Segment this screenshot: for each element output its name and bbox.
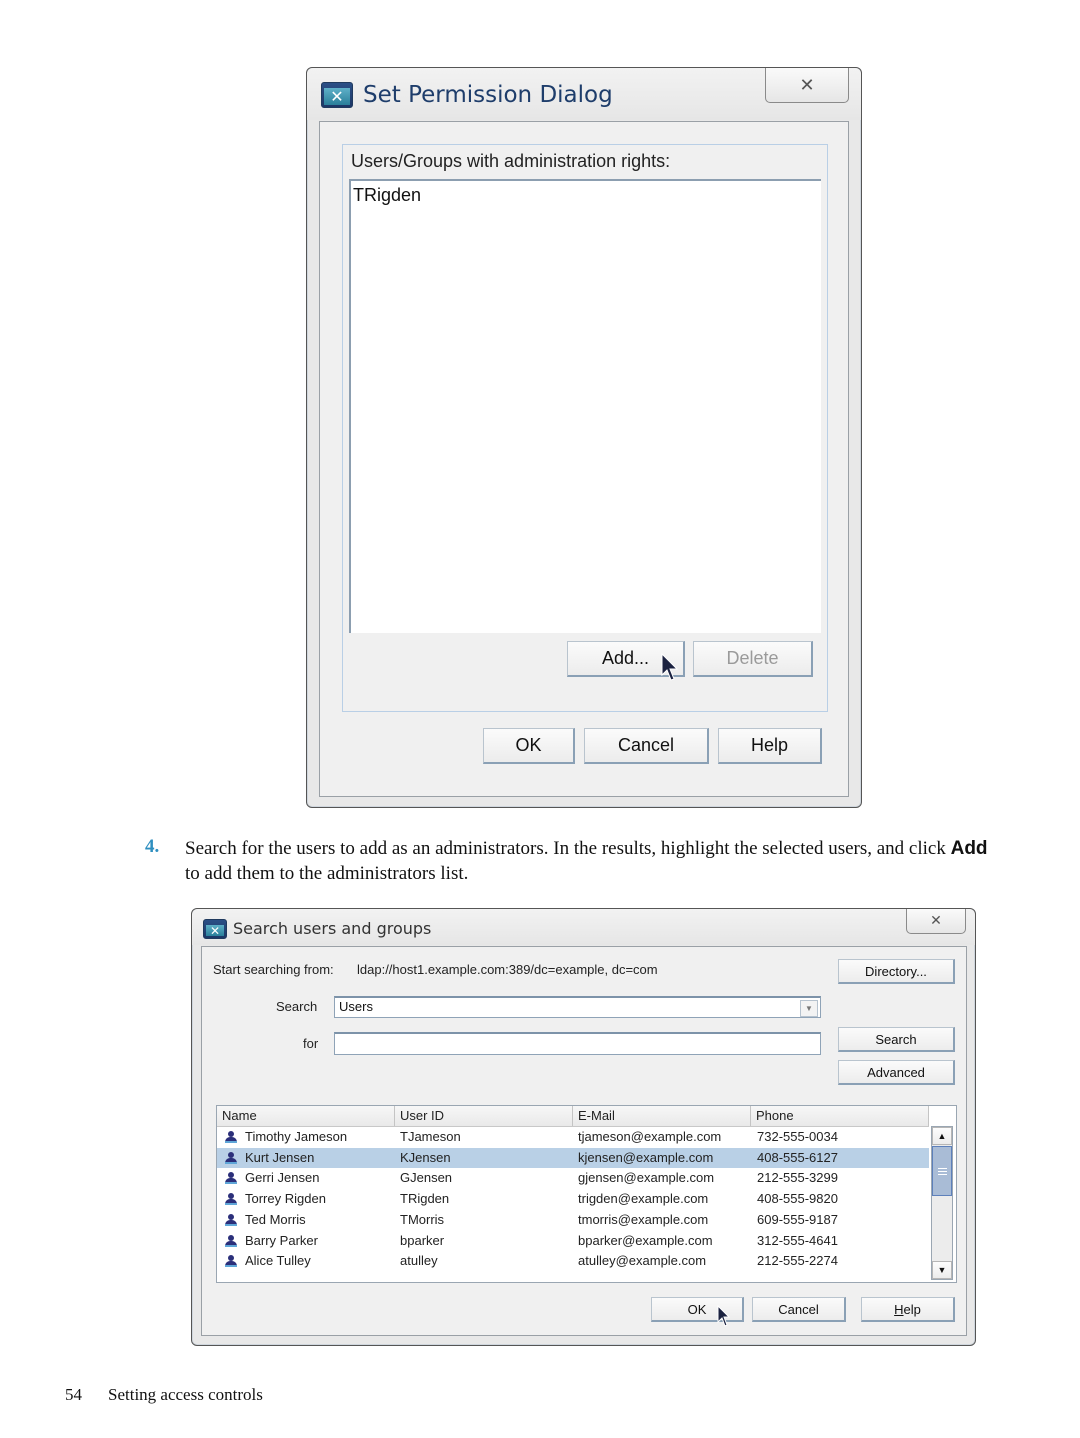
dialog-body: Users/Groups with administration rights:… bbox=[319, 121, 849, 797]
search-users-groups-dialog: ✕ Search users and groups ✕ Start search… bbox=[191, 908, 976, 1346]
admins-listbox[interactable]: TRigden bbox=[349, 179, 821, 633]
dropdown-arrow-icon[interactable]: ▼ bbox=[800, 1000, 818, 1017]
mouse-cursor-icon bbox=[717, 1305, 731, 1327]
cell-phone: 212-555-2274 bbox=[757, 1253, 838, 1269]
cell-uid: TJameson bbox=[400, 1129, 461, 1144]
cell-name: Timothy Jameson bbox=[245, 1129, 348, 1144]
dialog-title: Set Permission Dialog bbox=[363, 82, 613, 108]
user-icon bbox=[225, 1172, 237, 1185]
dialog-title: Search users and groups bbox=[233, 919, 432, 938]
cell-uid: atulley bbox=[400, 1253, 438, 1269]
user-icon bbox=[225, 1193, 237, 1206]
title-bar[interactable]: ✕ Search users and groups ✕ bbox=[192, 909, 975, 945]
column-header-user-id[interactable]: User ID bbox=[395, 1106, 573, 1126]
user-icon bbox=[225, 1151, 237, 1165]
table-row[interactable]: Torrey Rigden TRigden trigden@example.com 4… bbox=[217, 1189, 929, 1210]
table-row[interactable]: Alice Tulley atulley atulley@example.com 21… bbox=[217, 1251, 929, 1272]
ldap-url: ldap://host1.example.com:389/dc=example,… bbox=[357, 962, 658, 977]
user-icon bbox=[225, 1255, 237, 1268]
directory-button[interactable]: Directory... bbox=[838, 959, 955, 984]
cell-uid: TMorris bbox=[400, 1211, 445, 1227]
admin-rights-group: Users/Groups with administration rights:… bbox=[342, 144, 828, 712]
column-header-name[interactable]: Name bbox=[217, 1106, 395, 1126]
table-row[interactable]: Barry Parker bparker bparker@example.com 31… bbox=[217, 1231, 929, 1252]
help-mnemonic: H bbox=[894, 1301, 904, 1317]
advanced-button[interactable]: Advanced bbox=[838, 1060, 955, 1085]
cell-phone: 609-555-9187 bbox=[757, 1211, 838, 1227]
table-header: Name User ID E-Mail Phone bbox=[217, 1106, 929, 1127]
step-text-bold: Add bbox=[950, 838, 988, 859]
results-table[interactable]: Name User ID E-Mail Phone Timothy Jameso… bbox=[216, 1105, 957, 1283]
dialog-body: Start searching from: ldap://host1.examp… bbox=[201, 946, 967, 1336]
column-header-phone[interactable]: Phone bbox=[751, 1106, 929, 1126]
cell-name: Kurt Jensen bbox=[245, 1149, 315, 1165]
page-number: 54 bbox=[65, 1385, 82, 1404]
start-searching-label: Start searching from: bbox=[213, 962, 334, 977]
partially-visible-row bbox=[217, 1270, 929, 1282]
user-icon bbox=[225, 1234, 237, 1248]
cell-uid: KJensen bbox=[400, 1149, 451, 1165]
step-text-before: Search for the users to add as an admini… bbox=[185, 838, 951, 859]
close-button[interactable]: ✕ bbox=[906, 909, 966, 934]
cell-email: kjensen@example.com bbox=[578, 1149, 714, 1165]
cell-phone: 732-555-0034 bbox=[757, 1129, 838, 1144]
scrollbar-thumb[interactable] bbox=[932, 1146, 952, 1196]
help-button[interactable]: Help bbox=[861, 1297, 955, 1322]
column-header-email[interactable]: E-Mail bbox=[573, 1106, 751, 1126]
user-icon bbox=[225, 1131, 237, 1144]
search-type-value: Users bbox=[339, 999, 373, 1014]
step-text-after: to add them to the administrators list. bbox=[185, 863, 469, 884]
user-icon bbox=[225, 1213, 237, 1227]
search-label: Search bbox=[276, 999, 318, 1014]
cell-email: trigden@example.com bbox=[578, 1191, 709, 1207]
group-label: Users/Groups with administration rights: bbox=[351, 151, 671, 171]
cell-name: Barry Parker bbox=[245, 1232, 318, 1248]
search-button[interactable]: Search bbox=[838, 1027, 955, 1052]
app-icon: ✕ bbox=[321, 82, 353, 108]
cell-phone: 212-555-3299 bbox=[757, 1170, 838, 1186]
delete-button[interactable]: Delete bbox=[693, 641, 813, 677]
cell-phone: 408-555-9820 bbox=[757, 1191, 838, 1207]
search-for-input[interactable] bbox=[334, 1032, 821, 1055]
search-type-select[interactable]: Users ▼ bbox=[334, 996, 821, 1018]
set-permission-dialog: ✕ Set Permission Dialog ✕ Users/Groups w… bbox=[306, 67, 862, 808]
table-row[interactable]: Timothy Jameson TJameson tjameson@example.… bbox=[217, 1127, 929, 1148]
cell-email: gjensen@example.com bbox=[578, 1170, 715, 1186]
mouse-cursor-icon bbox=[661, 653, 679, 681]
section-title: Setting access controls bbox=[108, 1385, 263, 1404]
cell-email: tjameson@example.com bbox=[578, 1129, 722, 1144]
cell-name: Gerri Jensen bbox=[245, 1170, 320, 1186]
close-button[interactable]: ✕ bbox=[765, 68, 849, 103]
cell-email: bparker@example.com bbox=[578, 1232, 713, 1248]
cell-name: Ted Morris bbox=[245, 1211, 306, 1227]
cell-email: atulley@example.com bbox=[578, 1253, 707, 1269]
help-label-rest: elp bbox=[903, 1301, 921, 1317]
cell-uid: TRigden bbox=[400, 1191, 450, 1207]
ok-button[interactable]: OK bbox=[483, 728, 575, 764]
cell-name: Alice Tulley bbox=[245, 1253, 311, 1269]
scroll-up-icon[interactable]: ▲ bbox=[932, 1127, 952, 1145]
app-icon: ✕ bbox=[203, 919, 227, 939]
step-number: 4. bbox=[145, 836, 160, 857]
cell-email: tmorris@example.com bbox=[578, 1211, 709, 1227]
step-text: Search for the users to add as an admini… bbox=[185, 836, 1005, 886]
list-item[interactable]: TRigden bbox=[353, 185, 421, 206]
table-row[interactable]: Kurt Jensen KJensen kjensen@example.com 408… bbox=[217, 1147, 929, 1169]
for-label: for bbox=[303, 1036, 319, 1051]
cancel-button[interactable]: Cancel bbox=[752, 1297, 846, 1322]
title-bar[interactable]: ✕ Set Permission Dialog ✕ bbox=[307, 68, 861, 120]
table-row[interactable]: Gerri Jensen GJensen gjensen@example.com 21… bbox=[217, 1168, 929, 1189]
vertical-scrollbar[interactable]: ▲ ▼ bbox=[931, 1126, 953, 1280]
cell-uid: bparker bbox=[400, 1232, 445, 1248]
help-button[interactable]: Help bbox=[718, 728, 822, 764]
cell-phone: 312-555-4641 bbox=[757, 1232, 838, 1248]
cell-phone: 408-555-6127 bbox=[757, 1149, 838, 1165]
cell-name: Torrey Rigden bbox=[245, 1191, 326, 1207]
cancel-button[interactable]: Cancel bbox=[584, 728, 709, 764]
scroll-down-icon[interactable]: ▼ bbox=[932, 1261, 952, 1279]
cell-uid: GJensen bbox=[400, 1170, 453, 1186]
table-row[interactable]: Ted Morris TMorris tmorris@example.com 609-… bbox=[217, 1210, 929, 1231]
